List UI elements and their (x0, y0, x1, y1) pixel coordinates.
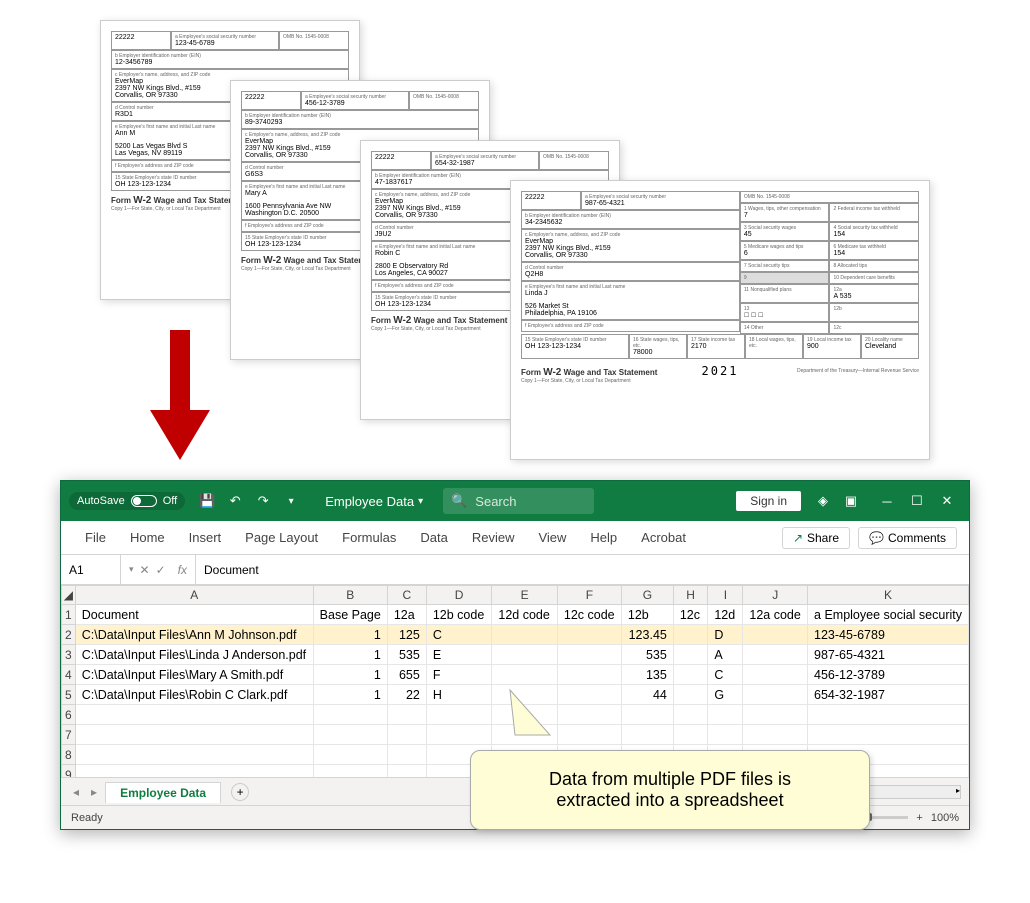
chevron-down-icon: ▾ (418, 496, 423, 507)
sheet-nav-prev-icon[interactable]: ◂ (69, 785, 83, 799)
callout-tail-icon (500, 680, 580, 760)
tab-acrobat[interactable]: Acrobat (629, 521, 698, 555)
autosave-label: AutoSave (77, 495, 125, 507)
autosave-state: Off (163, 495, 177, 507)
tab-insert[interactable]: Insert (177, 521, 234, 555)
formula-input[interactable]: Document (195, 555, 969, 584)
down-arrow-icon (150, 330, 210, 465)
table-row[interactable]: 1DocumentBase Page12a12b code12d code12c… (62, 605, 969, 625)
titlebar: AutoSave Off 💾 ↶ ↷ ▾ Employee Data ▾ 🔍 S… (61, 481, 969, 521)
ribbon-tabs: File Home Insert Page Layout Formulas Da… (61, 521, 969, 555)
w2-forms-stack: 22222 a Employee's social security numbe… (100, 20, 950, 450)
tab-view[interactable]: View (526, 521, 578, 555)
formula-bar: A1 ▾ ✕ ✓ fx Document (61, 555, 969, 585)
table-row[interactable]: 3C:\Data\Input Files\Linda J Anderson.pd… (62, 645, 969, 665)
share-icon: ↗ (793, 531, 803, 545)
tab-data[interactable]: Data (408, 521, 459, 555)
redo-icon[interactable]: ↷ (249, 487, 277, 515)
share-button[interactable]: ↗Share (782, 527, 850, 549)
autosave-toggle[interactable]: AutoSave Off (69, 492, 185, 510)
search-input[interactable]: 🔍 Search (443, 488, 594, 514)
maximize-icon[interactable]: ☐ (903, 487, 931, 515)
signin-button[interactable]: Sign in (736, 491, 801, 511)
search-icon: 🔍 (451, 493, 467, 509)
tab-help[interactable]: Help (578, 521, 629, 555)
tab-file[interactable]: File (73, 521, 118, 555)
toggle-icon (131, 495, 157, 507)
fx-icon[interactable]: fx (178, 563, 187, 577)
cancel-icon[interactable]: ✕ (140, 563, 150, 577)
tab-page-layout[interactable]: Page Layout (233, 521, 330, 555)
undo-icon[interactable]: ↶ (221, 487, 249, 515)
name-box[interactable]: A1 (61, 555, 121, 584)
enter-icon[interactable]: ✓ (156, 563, 166, 577)
column-headers[interactable]: ◢ A B C D E F G H I J K (62, 586, 969, 605)
comment-icon: 💬 (869, 531, 884, 545)
tab-home[interactable]: Home (118, 521, 177, 555)
tab-formulas[interactable]: Formulas (330, 521, 408, 555)
sheet-nav-next-icon[interactable]: ▸ (87, 785, 101, 799)
callout-line2: extracted into a spreadsheet (493, 790, 847, 811)
zoom-in-icon[interactable]: + (916, 812, 922, 824)
table-row[interactable]: 2C:\Data\Input Files\Ann M Johnson.pdf11… (62, 625, 969, 645)
comments-button[interactable]: 💬Comments (858, 527, 957, 549)
status-text: Ready (71, 812, 103, 824)
sheet-tab-active[interactable]: Employee Data (105, 782, 221, 803)
search-placeholder: Search (475, 494, 516, 509)
save-icon[interactable]: 💾 (193, 487, 221, 515)
doc-title[interactable]: Employee Data ▾ (325, 494, 423, 509)
diamond-icon[interactable]: ◈ (809, 487, 837, 515)
callout: Data from multiple PDF files is extracte… (470, 720, 870, 830)
close-icon[interactable]: ✕ (933, 487, 961, 515)
select-all-corner[interactable]: ◢ (62, 586, 76, 605)
w2-form-4: 22222 a Employee's social security numbe… (510, 180, 930, 460)
zoom-percent[interactable]: 100% (931, 812, 959, 824)
minimize-icon[interactable]: ─ (873, 487, 901, 515)
add-sheet-button[interactable]: + (231, 783, 249, 801)
name-box-dropdown-icon[interactable]: ▾ (129, 564, 134, 575)
qat-dropdown-icon[interactable]: ▾ (277, 487, 305, 515)
callout-line1: Data from multiple PDF files is (493, 769, 847, 790)
display-options-icon[interactable]: ▣ (837, 487, 865, 515)
tab-review[interactable]: Review (460, 521, 527, 555)
